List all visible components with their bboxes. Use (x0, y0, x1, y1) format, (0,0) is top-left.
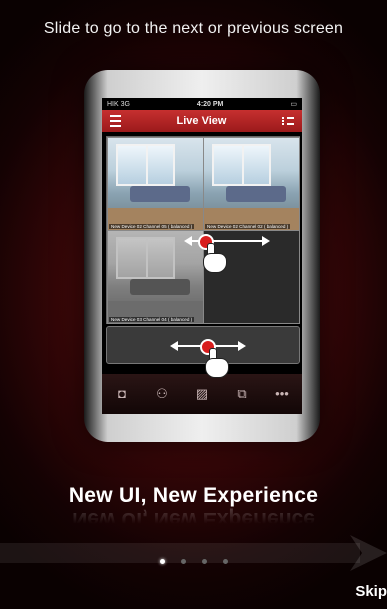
title-bar: Live View (102, 110, 302, 132)
camera-caption: New Device 03 Channel 04 ( balanced ) (109, 317, 195, 322)
camera-caption: New Device 02 Channel 02 ( balanced ) (205, 224, 291, 229)
page-indicator[interactable] (0, 559, 387, 564)
camera-icon[interactable]: ◘ (112, 387, 132, 401)
camera-tile[interactable]: New Device 02 Channel 02 ( balanced ) (203, 137, 300, 231)
more-icon[interactable]: ••• (272, 387, 292, 401)
camera-caption: New Device 02 Channel 05 ( balanced ) (109, 224, 195, 229)
copy-icon[interactable]: ⧉ (232, 387, 252, 401)
headline: New UI, New Experience (68, 484, 319, 507)
live-view-grid: New Device 02 Channel 05 ( balanced ) Ne… (106, 136, 300, 324)
page-dot[interactable] (159, 559, 165, 564)
list-icon[interactable] (282, 117, 294, 125)
menu-icon[interactable] (110, 115, 121, 127)
status-bar: HIK 3G 4:20 PM ▭ (102, 98, 302, 110)
page-dot[interactable] (180, 559, 186, 564)
ptz-icon[interactable]: ⚇ (152, 387, 172, 401)
page-dot[interactable] (222, 559, 228, 564)
hand-pointer-icon (203, 348, 229, 378)
instruction-text: Slide to go to the next or previous scre… (43, 20, 344, 37)
skip-button[interactable]: Skip (355, 583, 387, 600)
clock: 4:20 PM (196, 100, 224, 108)
slide-arrow-icon (0, 535, 387, 571)
hand-pointer-icon (201, 243, 227, 273)
image-quality-icon[interactable]: ▨ (192, 387, 212, 401)
page-dot[interactable] (201, 559, 207, 564)
camera-tile[interactable]: New Device 02 Channel 05 ( balanced ) (107, 137, 204, 231)
carrier-label: HIK 3G (107, 100, 130, 108)
screen-title: Live View (176, 115, 227, 127)
headline-reflection: New UI, New Experience (72, 508, 315, 531)
battery-icon: ▭ (290, 101, 297, 108)
bottom-toolbar: ◘ ⚇ ▨ ⧉ ••• (102, 374, 302, 414)
